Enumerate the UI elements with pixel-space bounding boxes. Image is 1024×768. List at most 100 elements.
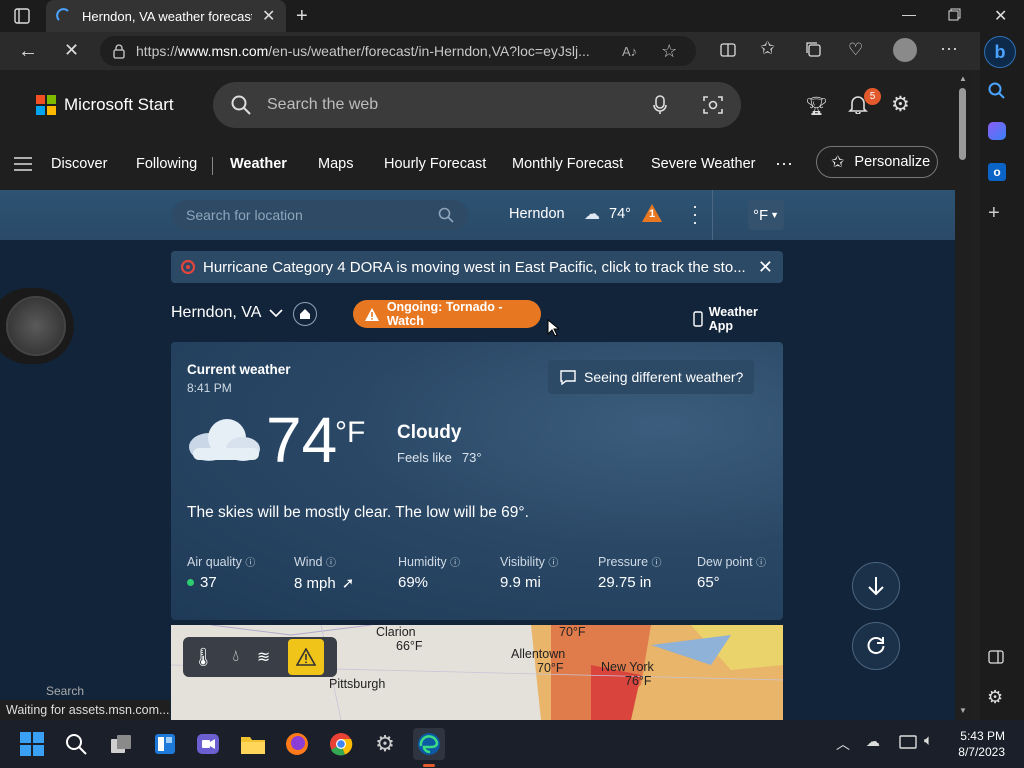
split-screen-icon[interactable] [720,42,736,58]
favorites-icon[interactable]: ✩ [760,38,775,59]
tray-overflow-icon[interactable]: ︿ [836,734,850,754]
clock[interactable]: 5:43 PM 8/7/2023 [955,728,1005,760]
browser-essentials-icon[interactable]: ♡ [848,40,863,60]
taskbar-search-icon[interactable] [60,728,92,760]
metric-visibility[interactable]: Visibility ⓘ 9.9 mi [500,554,558,591]
hurricane-alert-banner[interactable]: Hurricane Category 4 DORA is moving west… [171,251,783,283]
sidebar-search-icon[interactable] [988,82,1006,100]
info-icon[interactable]: ⓘ [548,558,558,569]
location-picker[interactable]: Herndon, VA [171,304,283,322]
search-floating-label[interactable]: Search [46,684,84,698]
floating-widget[interactable] [0,288,74,364]
url-text[interactable]: https://www.msn.com/en-us/weather/foreca… [136,43,606,59]
tornado-watch-button[interactable]: Ongoing: Tornado - Watch [353,300,541,328]
location-search-input[interactable]: Search for location [172,200,468,230]
hamburger-menu-icon[interactable] [14,157,32,171]
unit-selector[interactable]: °F ▼ [748,200,784,230]
info-icon[interactable]: ⓘ [450,558,460,569]
metric-wind[interactable]: Wind ⓘ 8 mph ➚ [294,554,354,592]
alert-count: 1 [649,208,656,220]
chrome-icon[interactable] [325,728,357,760]
personalize-button[interactable]: ✩ Personalize [816,146,938,178]
settings-gear-icon[interactable]: ⚙ [891,92,910,117]
metric-dew-point[interactable]: Dew point ⓘ 65° [697,554,766,591]
read-aloud-icon[interactable]: A♪ [622,44,637,59]
vertical-scrollbar[interactable]: ▲ ▼ [955,70,970,720]
weather-map[interactable]: Clarion 66°F Allentown 70°F New York 76°F P… [171,625,783,720]
settings-app-icon[interactable]: ⚙ [369,728,401,760]
lock-icon[interactable] [112,43,126,59]
new-tab-icon[interactable]: + [296,5,308,28]
hide-sidebar-icon[interactable] [988,649,1004,665]
teams-chat-icon[interactable] [192,728,224,760]
scroll-down-button[interactable] [852,562,900,610]
clock-time: 5:43 PM [960,729,1005,743]
network-icon[interactable] [899,734,917,750]
msn-logo[interactable]: Microsoft Start [36,95,174,115]
add-sidebar-app-icon[interactable]: + [988,202,1000,225]
task-view-icon[interactable] [105,728,137,760]
current-city[interactable]: Herndon [509,206,565,222]
scrollbar-thumb[interactable] [959,88,966,160]
collections-icon[interactable] [806,42,822,58]
add-favorite-icon[interactable]: ☆ [661,41,677,62]
volume-icon[interactable]: 🔈︎ [924,732,933,749]
nav-following[interactable]: Following [136,156,197,172]
close-window-icon[interactable]: ✕ [994,6,1007,26]
nav-hourly-forecast[interactable]: Hourly Forecast [384,156,486,172]
visual-search-icon[interactable] [703,95,723,115]
wind-layer-icon[interactable]: ≋ [257,647,270,667]
rewards-icon[interactable]: 🏆︎ [805,96,828,117]
dismiss-alert-icon[interactable]: ✕ [758,257,773,278]
nav-weather[interactable]: Weather [230,156,287,172]
info-icon[interactable]: ⓘ [756,558,766,569]
onedrive-icon[interactable]: ☁ [866,733,880,750]
restore-icon[interactable] [948,8,961,21]
refresh-button[interactable] [852,622,900,670]
metric-humidity[interactable]: Humidity ⓘ 69% [398,554,460,591]
profile-avatar[interactable] [893,38,917,62]
stop-loading-icon[interactable]: ✕ [64,40,79,61]
nav-more-icon[interactable]: ··· [775,153,793,174]
bing-chat-icon[interactable]: b [984,36,1016,68]
alert-warning-icon[interactable]: 1 [641,203,663,223]
metric-air-quality[interactable]: Air quality ⓘ 37 [187,554,255,591]
tab-actions-icon[interactable] [14,8,30,24]
loading-icon [56,8,69,21]
home-location-icon[interactable] [293,302,317,326]
precipitation-layer-icon[interactable]: 💧︎ [233,648,239,666]
temperature-layer-icon[interactable]: 🌡︎ [192,647,215,668]
weather-app-link[interactable]: Weather App [693,305,783,333]
info-icon[interactable]: ⓘ [245,558,255,569]
nav-maps[interactable]: Maps [318,156,353,172]
seeing-different-weather-button[interactable]: Seeing different weather? [548,360,754,394]
outlook-icon[interactable]: o [988,163,1006,181]
scroll-up-icon[interactable]: ▲ [959,74,967,83]
sidebar-settings-icon[interactable]: ⚙ [987,687,1003,708]
browser-tab[interactable]: Herndon, VA weather forecast | M ✕ [46,0,286,32]
scroll-down-icon[interactable]: ▼ [959,706,967,715]
edge-icon[interactable] [413,728,445,760]
tab-title: Herndon, VA weather forecast | M [82,8,252,24]
back-icon[interactable]: ← [18,40,38,63]
start-icon[interactable] [16,728,48,760]
notifications-icon[interactable]: 5 [848,88,881,114]
more-options-icon[interactable]: ··· [940,38,958,59]
widgets-icon[interactable] [149,728,181,760]
address-bar[interactable]: https://www.msn.com/en-us/weather/foreca… [100,36,696,66]
firefox-icon[interactable] [281,728,313,760]
nav-discover[interactable]: Discover [51,156,107,172]
info-icon[interactable]: ⓘ [326,558,336,569]
info-icon[interactable]: ⓘ [652,558,662,569]
file-explorer-icon[interactable] [237,728,269,760]
severe-layer-icon[interactable] [288,639,325,675]
minimize-icon[interactable]: — [902,6,916,22]
tab-close-icon[interactable]: ✕ [262,6,275,26]
web-search-box[interactable]: Search the web [213,82,741,128]
nav-severe-weather[interactable]: Severe Weather [651,156,756,172]
microphone-icon[interactable] [653,95,667,115]
nav-monthly-forecast[interactable]: Monthly Forecast [512,156,623,172]
weather-more-icon[interactable]: · · · [690,197,700,231]
copilot-icon[interactable] [988,122,1006,140]
metric-pressure[interactable]: Pressure ⓘ 29.75 in [598,554,662,591]
